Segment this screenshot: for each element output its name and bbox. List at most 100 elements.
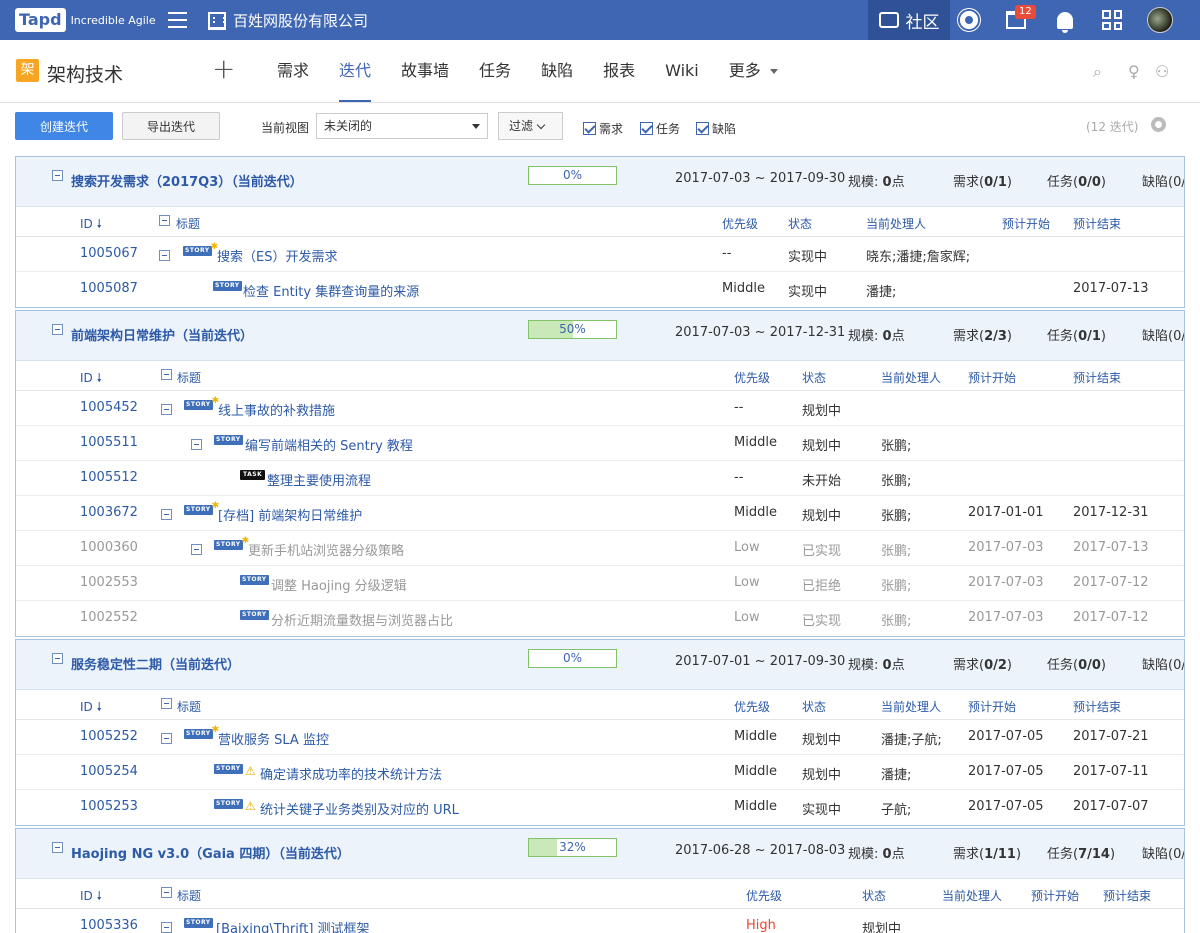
row-status[interactable]: 已拒绝	[802, 575, 841, 594]
col-status[interactable]: 状态	[862, 887, 886, 904]
settings-icon[interactable]	[958, 9, 980, 31]
col-end[interactable]: 预计结束	[1073, 698, 1121, 715]
row-id[interactable]: 1005336	[80, 918, 138, 933]
col-id[interactable]: ID 🠗	[80, 887, 102, 908]
nav-iterations[interactable]: 迭代	[324, 40, 386, 102]
row-owner[interactable]: 张鹏;	[881, 610, 911, 629]
col-start[interactable]: 预计开始	[968, 369, 1016, 386]
collapse-icon[interactable]	[191, 439, 202, 450]
iteration-title[interactable]: 前端架构日常维护（当前迭代）	[71, 325, 253, 344]
col-id[interactable]: ID 🠗	[80, 215, 102, 236]
collapse-all-icon[interactable]	[161, 887, 172, 898]
col-start[interactable]: 预计开始	[1002, 215, 1050, 232]
table-row[interactable]: 1005336 STORY [Baixing\Thrift] 测试框架 High…	[16, 909, 1184, 933]
add-icon[interactable]: +	[212, 53, 235, 85]
col-status[interactable]: 状态	[788, 215, 812, 232]
checkbox-tasks[interactable]: 任务	[640, 120, 680, 137]
gear-icon[interactable]	[1151, 117, 1166, 132]
tapd-logo[interactable]: Tapd Incredible Agile	[15, 6, 156, 34]
filter-button[interactable]: 过滤	[498, 112, 563, 140]
table-row[interactable]: 1005512 TASK 整理主要使用流程 -- 未开始 张鹏;	[16, 461, 1184, 496]
row-id[interactable]: 1005087	[80, 281, 138, 296]
table-row[interactable]: 1005511 STORY 编写前端相关的 Sentry 教程 Middle 规…	[16, 426, 1184, 461]
create-iteration-button[interactable]: 创建迭代	[15, 112, 113, 140]
lightbulb-icon[interactable]: ♀	[1128, 62, 1140, 81]
row-title[interactable]: 搜索（ES）开发需求	[217, 246, 337, 265]
col-end[interactable]: 预计结束	[1073, 215, 1121, 232]
table-row[interactable]: 1003672 STORY [存档] 前端架构日常维护 Middle 规划中 张…	[16, 496, 1184, 531]
table-row[interactable]: 1005254 STORY ⚠ 确定请求成功率的技术统计方法 Middle 规划…	[16, 755, 1184, 790]
row-id[interactable]: 1002552	[80, 610, 138, 625]
row-title[interactable]: 检查 Entity 集群查询量的来源	[243, 281, 419, 300]
row-status[interactable]: 规划中	[802, 435, 841, 454]
col-start[interactable]: 预计开始	[968, 698, 1016, 715]
col-title[interactable]: 标题	[177, 369, 201, 386]
row-id[interactable]: 1005254	[80, 764, 138, 779]
collapse-icon[interactable]	[161, 509, 172, 520]
search-icon[interactable]: ⌕	[1093, 62, 1102, 82]
row-status[interactable]: 实现中	[788, 281, 827, 300]
collapse-icon[interactable]	[161, 733, 172, 744]
col-status[interactable]: 状态	[802, 369, 826, 386]
row-title[interactable]: 更新手机站浏览器分级策略	[248, 540, 404, 559]
col-end[interactable]: 预计结束	[1103, 887, 1151, 904]
table-row[interactable]: 1002553 STORY 调整 Haojing 分级逻辑 Low 已拒绝 张鹏…	[16, 566, 1184, 601]
row-id[interactable]: 1000360	[80, 540, 138, 555]
project-name[interactable]: 架构技术	[47, 60, 123, 87]
col-id[interactable]: ID 🠗	[80, 698, 102, 719]
nav-requirements[interactable]: 需求	[262, 40, 324, 102]
row-title[interactable]: 营收服务 SLA 监控	[218, 729, 329, 748]
col-end[interactable]: 预计结束	[1073, 369, 1121, 386]
bell-icon[interactable]	[1054, 9, 1076, 33]
collapse-icon[interactable]	[161, 404, 172, 415]
col-title[interactable]: 标题	[177, 887, 201, 904]
row-title[interactable]: [Baixing\Thrift] 测试框架	[216, 918, 370, 933]
nav-bugs[interactable]: 缺陷	[526, 40, 588, 102]
nav-story-wall[interactable]: 故事墙	[386, 40, 464, 102]
row-status[interactable]: 已实现	[802, 610, 841, 629]
col-priority[interactable]: 优先级	[746, 887, 782, 904]
collapse-all-icon[interactable]	[161, 698, 172, 709]
iteration-title[interactable]: Haojing NG v3.0（Gaia 四期）（当前迭代）	[71, 843, 350, 862]
col-owner[interactable]: 当前处理人	[881, 698, 941, 715]
row-title[interactable]: 分析近期流量数据与浏览器占比	[271, 610, 453, 629]
table-row[interactable]: 1005253 STORY ⚠ 统计关键子业务类别及对应的 URL Middle…	[16, 790, 1184, 825]
collapse-icon[interactable]	[52, 324, 63, 335]
col-status[interactable]: 状态	[802, 698, 826, 715]
row-owner[interactable]: 潘捷;子航;	[881, 729, 942, 748]
collapse-icon[interactable]	[52, 653, 63, 664]
col-priority[interactable]: 优先级	[734, 698, 770, 715]
export-iteration-button[interactable]: 导出迭代	[122, 112, 220, 140]
col-owner[interactable]: 当前处理人	[942, 887, 1002, 904]
row-owner[interactable]: 子航;	[881, 799, 911, 818]
row-id[interactable]: 1003672	[80, 505, 138, 520]
row-id[interactable]: 1005252	[80, 729, 138, 744]
collapse-icon[interactable]	[52, 842, 63, 853]
checkbox-bugs[interactable]: 缺陷	[696, 120, 736, 137]
row-status[interactable]: 规划中	[862, 918, 901, 933]
row-title[interactable]: 线上事故的补救措施	[218, 400, 335, 419]
row-owner[interactable]: 潘捷;	[881, 764, 911, 783]
collapse-icon[interactable]	[159, 250, 170, 261]
table-row[interactable]: 1005087 STORY 检查 Entity 集群查询量的来源 Middle …	[16, 272, 1184, 307]
row-title[interactable]: 调整 Haojing 分级逻辑	[271, 575, 407, 594]
row-id[interactable]: 1005512	[80, 470, 138, 485]
nav-tasks[interactable]: 任务	[464, 40, 526, 102]
row-status[interactable]: 规划中	[802, 400, 841, 419]
row-owner[interactable]: 张鹏;	[881, 505, 911, 524]
collapse-all-icon[interactable]	[159, 215, 170, 226]
row-owner[interactable]: 晓东;潘捷;詹家辉;	[866, 246, 970, 265]
row-id[interactable]: 1005067	[80, 246, 138, 261]
row-owner[interactable]: 张鹏;	[881, 540, 911, 559]
row-status[interactable]: 实现中	[788, 246, 827, 265]
table-row[interactable]: 1005252 STORY 营收服务 SLA 监控 Middle 规划中 潘捷;…	[16, 720, 1184, 755]
iteration-title[interactable]: 服务稳定性二期（当前迭代）	[71, 654, 240, 673]
collapse-icon[interactable]	[161, 922, 172, 933]
col-start[interactable]: 预计开始	[1031, 887, 1079, 904]
collapse-all-icon[interactable]	[161, 369, 172, 380]
table-row[interactable]: 1005067 STORY 搜索（ES）开发需求 -- 实现中 晓东;潘捷;詹家…	[16, 237, 1184, 272]
table-row[interactable]: 1005452 STORY 线上事故的补救措施 -- 规划中	[16, 391, 1184, 426]
row-owner[interactable]: 张鹏;	[881, 575, 911, 594]
row-status[interactable]: 实现中	[802, 799, 841, 818]
user-avatar[interactable]	[1147, 7, 1173, 33]
